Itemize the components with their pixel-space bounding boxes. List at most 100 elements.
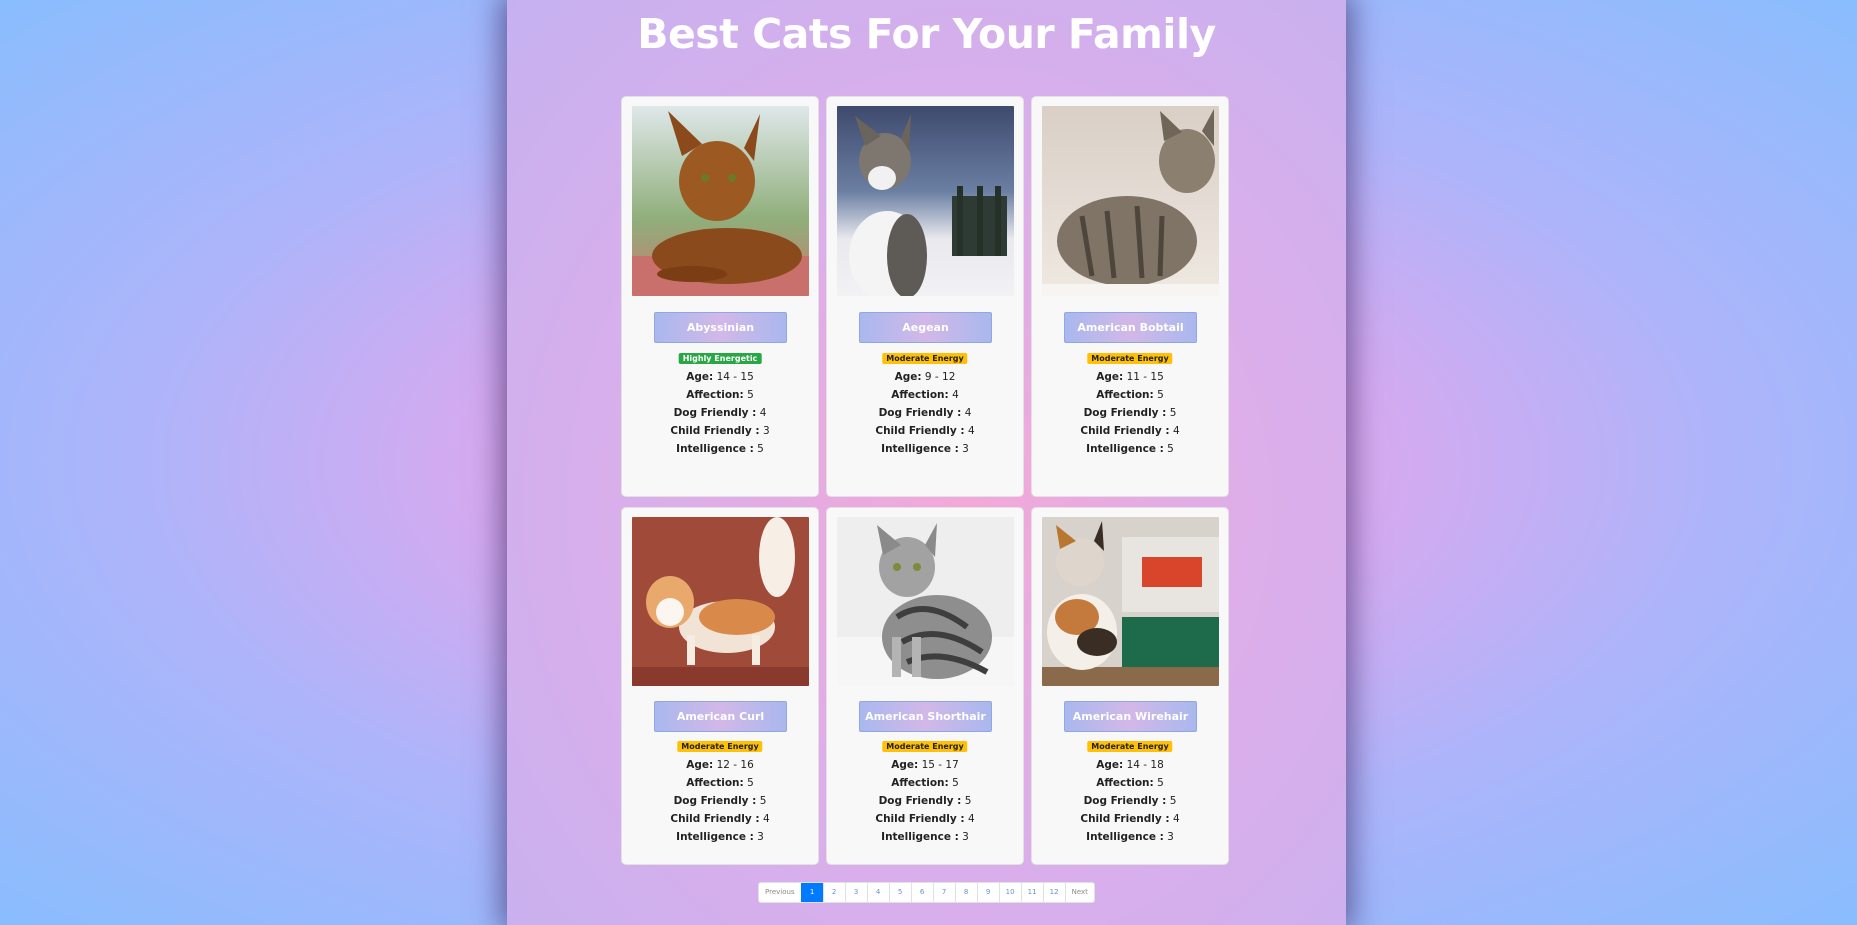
dog-friendly-row: Dog Friendly : 5 — [1032, 404, 1228, 422]
affection-value: 5 — [747, 389, 754, 401]
child-friendly-value: 4 — [1172, 425, 1180, 437]
age-value: 15 - 17 — [921, 759, 959, 771]
cat-card: American Curl Moderate Energy Age: 12 - … — [621, 507, 819, 865]
dog-friendly-row: Dog Friendly : 5 — [827, 792, 1023, 810]
page-button-9[interactable]: 9 — [976, 883, 999, 902]
dog-friendly-label: Dog Friendly : — [878, 407, 962, 419]
age-value: 11 - 15 — [1126, 371, 1164, 383]
intelligence-label: Intelligence : — [881, 831, 959, 843]
cat-photo — [837, 517, 1014, 686]
age-row: Age: 9 - 12 — [827, 368, 1023, 386]
intelligence-label: Intelligence : — [1086, 443, 1164, 455]
affection-label: Affection: — [891, 777, 949, 789]
age-row: Age: 14 - 15 — [622, 368, 818, 386]
intelligence-label: Intelligence : — [676, 443, 754, 455]
energy-badge: Moderate Energy — [1087, 741, 1173, 752]
previous-page-button[interactable]: Previous — [759, 883, 801, 902]
child-friendly-value: 4 — [967, 425, 975, 437]
child-friendly-row: Child Friendly : 4 — [827, 810, 1023, 828]
cat-card: Abyssinian Highly Energetic Age: 14 - 15… — [621, 96, 819, 497]
age-label: Age: — [1096, 759, 1124, 771]
age-label: Age: — [894, 371, 922, 383]
page-container: Best Cats For Your Family Abyssinian Hig… — [507, 0, 1346, 925]
age-value: 14 - 18 — [1126, 759, 1164, 771]
intelligence-row: Intelligence : 3 — [827, 828, 1023, 846]
intelligence-value: 3 — [962, 443, 969, 455]
energy-badge: Moderate Energy — [1087, 353, 1173, 364]
affection-value: 5 — [1157, 777, 1164, 789]
child-friendly-row: Child Friendly : 3 — [622, 422, 818, 440]
cat-name-button[interactable]: American Shorthair — [859, 701, 992, 732]
child-friendly-label: Child Friendly : — [670, 813, 760, 825]
energy-badge: Moderate Energy — [882, 353, 968, 364]
child-friendly-label: Child Friendly : — [670, 425, 760, 437]
cat-name-button[interactable]: American Wirehair — [1064, 701, 1197, 732]
page-button-7[interactable]: 7 — [932, 883, 955, 902]
cat-card: Aegean Moderate Energy Age: 9 - 12 Affec… — [826, 96, 1024, 497]
cat-stats: Age: 12 - 16 Affection: 5 Dog Friendly :… — [622, 756, 818, 846]
cat-photo — [837, 106, 1014, 296]
age-value: 12 - 16 — [716, 759, 754, 771]
intelligence-value: 3 — [757, 831, 764, 843]
dog-friendly-label: Dog Friendly : — [1083, 407, 1167, 419]
page-button-1[interactable]: 1 — [800, 883, 823, 902]
page-button-3[interactable]: 3 — [844, 883, 867, 902]
dog-friendly-row: Dog Friendly : 5 — [622, 792, 818, 810]
cat-stats: Age: 9 - 12 Affection: 4 Dog Friendly : … — [827, 368, 1023, 458]
affection-label: Affection: — [686, 777, 744, 789]
affection-value: 5 — [747, 777, 754, 789]
cat-card: American Shorthair Moderate Energy Age: … — [826, 507, 1024, 865]
child-friendly-value: 3 — [762, 425, 770, 437]
intelligence-value: 3 — [962, 831, 969, 843]
child-friendly-row: Child Friendly : 4 — [1032, 422, 1228, 440]
intelligence-row: Intelligence : 5 — [1032, 440, 1228, 458]
affection-row: Affection: 5 — [827, 774, 1023, 792]
cat-stats: Age: 14 - 15 Affection: 5 Dog Friendly :… — [622, 368, 818, 458]
affection-label: Affection: — [686, 389, 744, 401]
intelligence-label: Intelligence : — [1086, 831, 1164, 843]
cat-stats: Age: 15 - 17 Affection: 5 Dog Friendly :… — [827, 756, 1023, 846]
child-friendly-row: Child Friendly : 4 — [827, 422, 1023, 440]
age-row: Age: 14 - 18 — [1032, 756, 1228, 774]
cat-card: American Wirehair Moderate Energy Age: 1… — [1031, 507, 1229, 865]
dog-friendly-label: Dog Friendly : — [1083, 795, 1167, 807]
page-button-12[interactable]: 12 — [1042, 883, 1065, 902]
page-button-10[interactable]: 10 — [998, 883, 1021, 902]
age-label: Age: — [686, 371, 714, 383]
cat-card: American Bobtail Moderate Energy Age: 11… — [1031, 96, 1229, 497]
page-button-6[interactable]: 6 — [910, 883, 933, 902]
affection-row: Affection: 5 — [622, 386, 818, 404]
dog-friendly-value: 5 — [1169, 407, 1177, 419]
cat-name-button[interactable]: American Bobtail — [1064, 312, 1197, 343]
cat-name-button[interactable]: Aegean — [859, 312, 992, 343]
affection-label: Affection: — [891, 389, 949, 401]
age-value: 9 - 12 — [924, 371, 956, 383]
energy-badge: Moderate Energy — [677, 741, 763, 752]
page-button-5[interactable]: 5 — [888, 883, 911, 902]
age-row: Age: 12 - 16 — [622, 756, 818, 774]
affection-row: Affection: 4 — [827, 386, 1023, 404]
next-page-button[interactable]: Next — [1064, 883, 1094, 902]
page-button-11[interactable]: 11 — [1020, 883, 1043, 902]
intelligence-value: 5 — [1167, 443, 1174, 455]
dog-friendly-label: Dog Friendly : — [673, 795, 757, 807]
age-value: 14 - 15 — [716, 371, 754, 383]
child-friendly-row: Child Friendly : 4 — [1032, 810, 1228, 828]
affection-label: Affection: — [1096, 389, 1154, 401]
cat-name-button[interactable]: American Curl — [654, 701, 787, 732]
age-row: Age: 15 - 17 — [827, 756, 1023, 774]
page-button-8[interactable]: 8 — [954, 883, 977, 902]
intelligence-label: Intelligence : — [676, 831, 754, 843]
page-button-2[interactable]: 2 — [822, 883, 845, 902]
dog-friendly-row: Dog Friendly : 4 — [622, 404, 818, 422]
page-button-4[interactable]: 4 — [866, 883, 889, 902]
energy-badge: Moderate Energy — [882, 741, 968, 752]
child-friendly-value: 4 — [762, 813, 770, 825]
intelligence-row: Intelligence : 3 — [1032, 828, 1228, 846]
dog-friendly-value: 4 — [964, 407, 972, 419]
dog-friendly-value: 5 — [964, 795, 972, 807]
affection-value: 5 — [952, 777, 959, 789]
age-row: Age: 11 - 15 — [1032, 368, 1228, 386]
cat-name-button[interactable]: Abyssinian — [654, 312, 787, 343]
child-friendly-label: Child Friendly : — [1080, 425, 1170, 437]
